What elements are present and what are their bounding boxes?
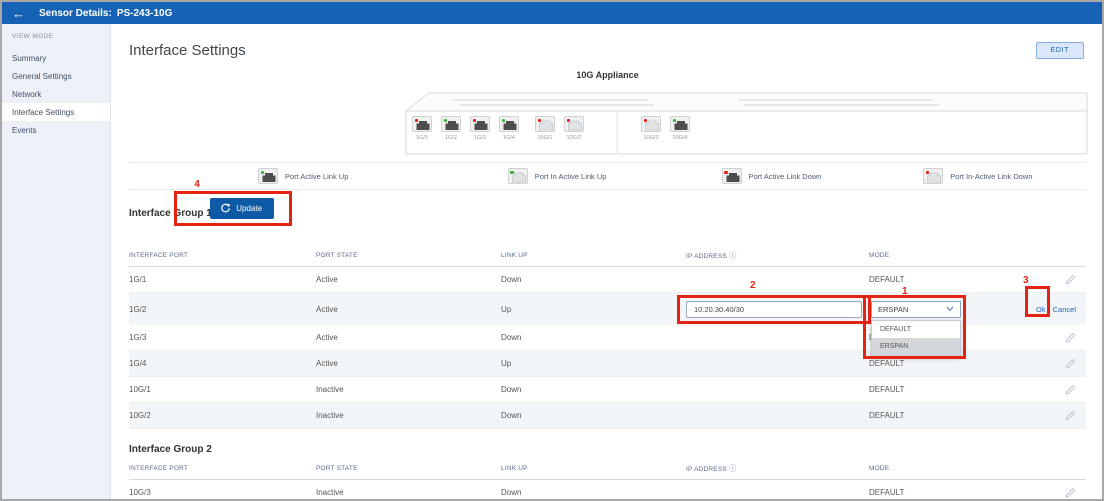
sidebar-item-summary[interactable]: Summary xyxy=(2,49,110,67)
port-10g1: 10G/1 xyxy=(534,116,556,141)
state-cell: Active xyxy=(316,275,501,284)
interface-group-1-title: Interface Group 1 xyxy=(129,208,212,219)
top-bar: ← Sensor Details: PS-243-10G xyxy=(2,2,1102,24)
port-icon xyxy=(508,168,528,184)
state-cell: Inactive xyxy=(316,411,501,420)
legend-port-inactive-link-up: Port In Active Link Up xyxy=(421,168,671,184)
mode-select[interactable]: ERSPAN xyxy=(871,301,961,318)
table-header: INTERFACE PORT PORT STATE LINK UP IP ADD… xyxy=(129,459,1086,480)
state-cell: Inactive xyxy=(316,488,501,497)
interface-group-2-title: Interface Group 2 xyxy=(129,444,212,455)
port-legend: Port Active Link Up Port In Active Link … xyxy=(129,162,1086,190)
edit-button[interactable]: EDIT xyxy=(1036,42,1084,59)
link-cell: Up xyxy=(501,305,686,314)
interface-group-1-table: INTERFACE PORT PORT STATE LINK UP IP ADD… xyxy=(129,246,1086,429)
port-icon xyxy=(722,168,742,184)
mode-cell: DEFAULT xyxy=(869,411,1016,420)
mode-cell: DEFAULT xyxy=(869,275,1016,284)
port-cell: 10G/3 xyxy=(129,488,316,497)
sensor-name: PS-243-10G xyxy=(117,8,173,19)
legend-port-active-link-up: Port Active Link Up xyxy=(129,168,421,184)
link-cell: Down xyxy=(501,411,686,420)
mode-cell: DEFAULT xyxy=(869,385,1016,394)
port-1g1: 1G/1 xyxy=(411,116,433,141)
title-bar-label: Sensor Details: xyxy=(39,8,112,19)
port-1g2: 1G/2 xyxy=(440,116,462,141)
appliance-title: 10G Appliance xyxy=(129,68,1086,80)
ip-address-input[interactable] xyxy=(686,301,862,318)
edit-icon[interactable] xyxy=(1064,487,1076,499)
info-icon[interactable]: ⓘ xyxy=(729,251,737,260)
mode-option-erspan[interactable]: ERSPAN xyxy=(872,338,960,355)
edit-icon[interactable] xyxy=(1064,384,1076,396)
link-cell: Up xyxy=(501,359,686,368)
port-icon xyxy=(258,168,278,184)
port-cell: 10G/1 xyxy=(129,385,316,394)
sidebar-item-network[interactable]: Network xyxy=(2,85,110,103)
cancel-link[interactable]: Cancel xyxy=(1053,305,1076,314)
sidebar-item-general-settings[interactable]: General Settings xyxy=(2,67,110,85)
sidebar-item-interface-settings[interactable]: Interface Settings xyxy=(2,103,110,121)
port-cell: 1G/4 xyxy=(129,359,316,368)
edit-icon[interactable] xyxy=(1064,410,1076,422)
table-row-1g2-editing: 1G/2 Active Up 2 ERSPAN xyxy=(129,293,1086,325)
table-row-10g1: 10G/1 Inactive Down DEFAULT xyxy=(129,377,1086,403)
state-cell: Active xyxy=(316,333,501,342)
port-10g4: 10G/4 xyxy=(669,116,691,141)
port-icon xyxy=(923,168,943,184)
table-row-10g2: 10G/2 Inactive Down DEFAULT xyxy=(129,403,1086,429)
mode-option-default[interactable]: DEFAULT xyxy=(872,321,960,338)
mode-cell: DEFAULT xyxy=(869,488,1016,497)
interface-group-2-table: INTERFACE PORT PORT STATE LINK UP IP ADD… xyxy=(129,459,1086,499)
sidebar-item-events[interactable]: Events xyxy=(2,121,110,139)
link-cell: Down xyxy=(501,333,686,342)
refresh-icon xyxy=(220,203,231,214)
legend-port-inactive-link-down: Port In-Active Link Down xyxy=(884,168,1086,184)
mode-dropdown-options: DEFAULT ERSPAN xyxy=(871,320,961,356)
edit-icon[interactable] xyxy=(1064,332,1076,344)
edit-icon[interactable] xyxy=(1064,274,1076,286)
mode-cell: DEFAULT xyxy=(869,359,1016,368)
table-header: INTERFACE PORT PORT STATE LINK UP IP ADD… xyxy=(129,246,1086,267)
appliance-diagram: 10G Appliance 1G/1 1G/2 xyxy=(129,68,1086,160)
info-icon[interactable]: ⓘ xyxy=(729,464,737,473)
link-cell: Down xyxy=(501,488,686,497)
edit-icon[interactable] xyxy=(1064,358,1076,370)
state-cell: Active xyxy=(316,305,501,314)
port-10g3: 10G/3 xyxy=(640,116,662,141)
port-1g4: 1G/4 xyxy=(498,116,520,141)
sidebar: VIEW MODE Summary General Settings Netwo… xyxy=(2,24,111,499)
port-10g2: 10G/2 xyxy=(563,116,585,141)
port-1g3: 1G/3 xyxy=(469,116,491,141)
view-mode-label: VIEW MODE xyxy=(2,33,110,49)
chevron-down-icon xyxy=(946,306,954,312)
state-cell: Active xyxy=(316,359,501,368)
ok-link[interactable]: Ok xyxy=(1036,305,1046,314)
main-content: Interface Settings EDIT 10G Appliance 1G… xyxy=(111,24,1102,499)
back-arrow-icon[interactable]: ← xyxy=(12,7,25,20)
legend-port-active-link-down: Port Active Link Down xyxy=(671,168,885,184)
table-row-1g1: 1G/1 Active Down DEFAULT xyxy=(129,267,1086,293)
port-cell: 1G/1 xyxy=(129,275,316,284)
link-cell: Down xyxy=(501,275,686,284)
update-button[interactable]: Update xyxy=(210,198,274,219)
port-cell: 10G/2 xyxy=(129,411,316,420)
port-cell: 1G/3 xyxy=(129,333,316,342)
link-cell: Down xyxy=(501,385,686,394)
table-row-10g3: 10G/3 Inactive Down DEFAULT xyxy=(129,480,1086,499)
port-cell: 1G/2 xyxy=(129,305,316,314)
appliance-ports: 1G/1 1G/2 1G/3 1G/4 10G/1 xyxy=(411,116,698,141)
page-title: Interface Settings xyxy=(129,42,1086,59)
state-cell: Inactive xyxy=(316,385,501,394)
